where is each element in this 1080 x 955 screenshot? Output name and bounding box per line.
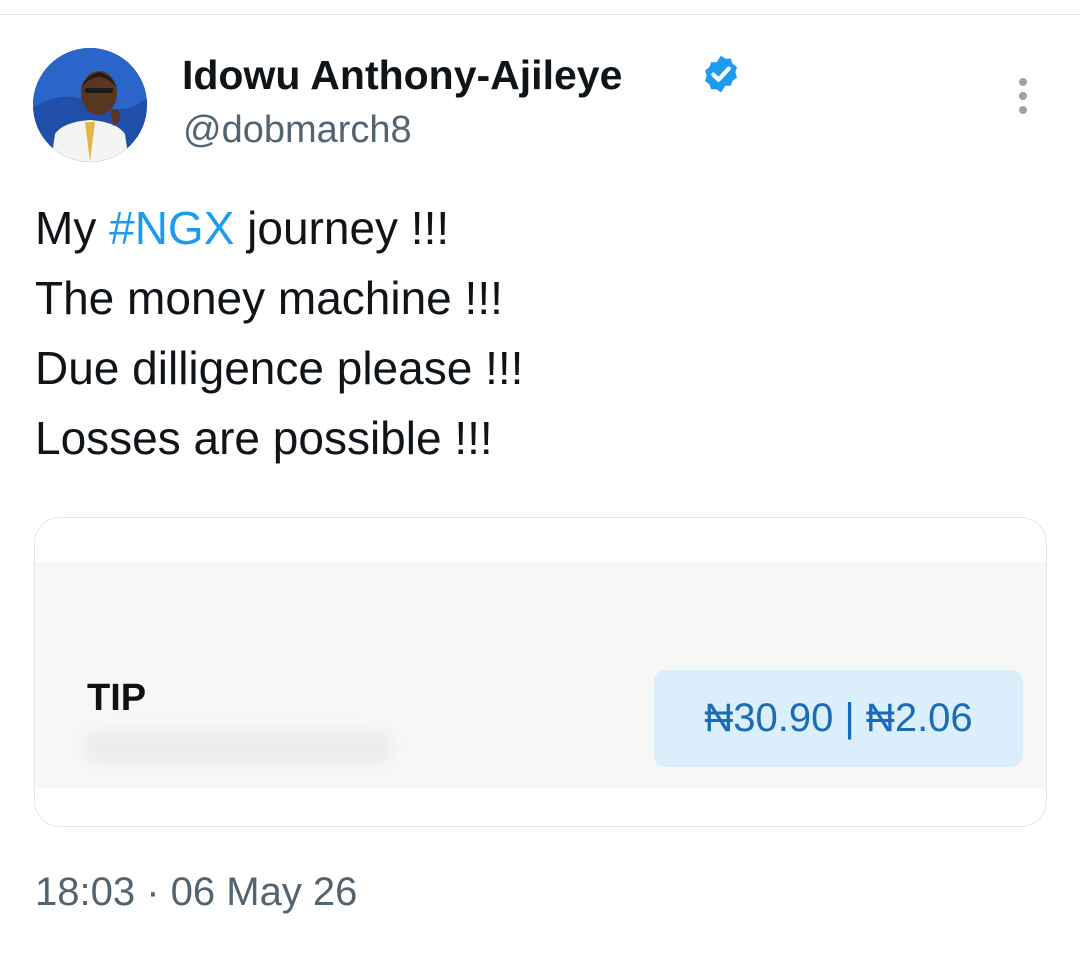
tweet-text-segment: journey !!! [234, 202, 450, 254]
tweet-text: My #NGX journey !!! The money machine !!… [35, 193, 1035, 473]
card-content: TIP ₦30.90 | ₦2.06 [35, 562, 1046, 788]
verified-badge-icon [705, 55, 737, 93]
card-label: TIP [87, 677, 147, 719]
avatar-photo [33, 48, 147, 162]
blurred-text [83, 730, 393, 764]
price-chip: ₦30.90 | ₦2.06 [654, 670, 1023, 767]
avatar[interactable] [33, 48, 147, 162]
tweet-line: Losses are possible !!! [35, 412, 493, 464]
tweet-text-segment: My [35, 202, 110, 254]
hashtag-link[interactable]: #NGX [109, 202, 234, 254]
top-divider [0, 14, 1080, 15]
more-dot [1019, 78, 1027, 86]
tweet-timestamp[interactable]: 18:03 · 06 May 26 [35, 870, 357, 915]
more-dot [1019, 92, 1027, 100]
author-handle[interactable]: @dobmarch8 [183, 109, 412, 152]
more-dot [1019, 106, 1027, 114]
author-name[interactable]: Idowu Anthony-Ajileye [182, 52, 622, 99]
tweet-line: The money machine !!! [35, 272, 503, 324]
tweet-line: Due dilligence please !!! [35, 342, 524, 394]
price-value: ₦30.90 | ₦2.06 [704, 696, 973, 740]
tweet-line: My #NGX journey !!! [35, 193, 1035, 263]
more-vertical-icon[interactable] [1006, 74, 1040, 118]
attached-image-card[interactable]: TIP ₦30.90 | ₦2.06 [34, 517, 1047, 827]
